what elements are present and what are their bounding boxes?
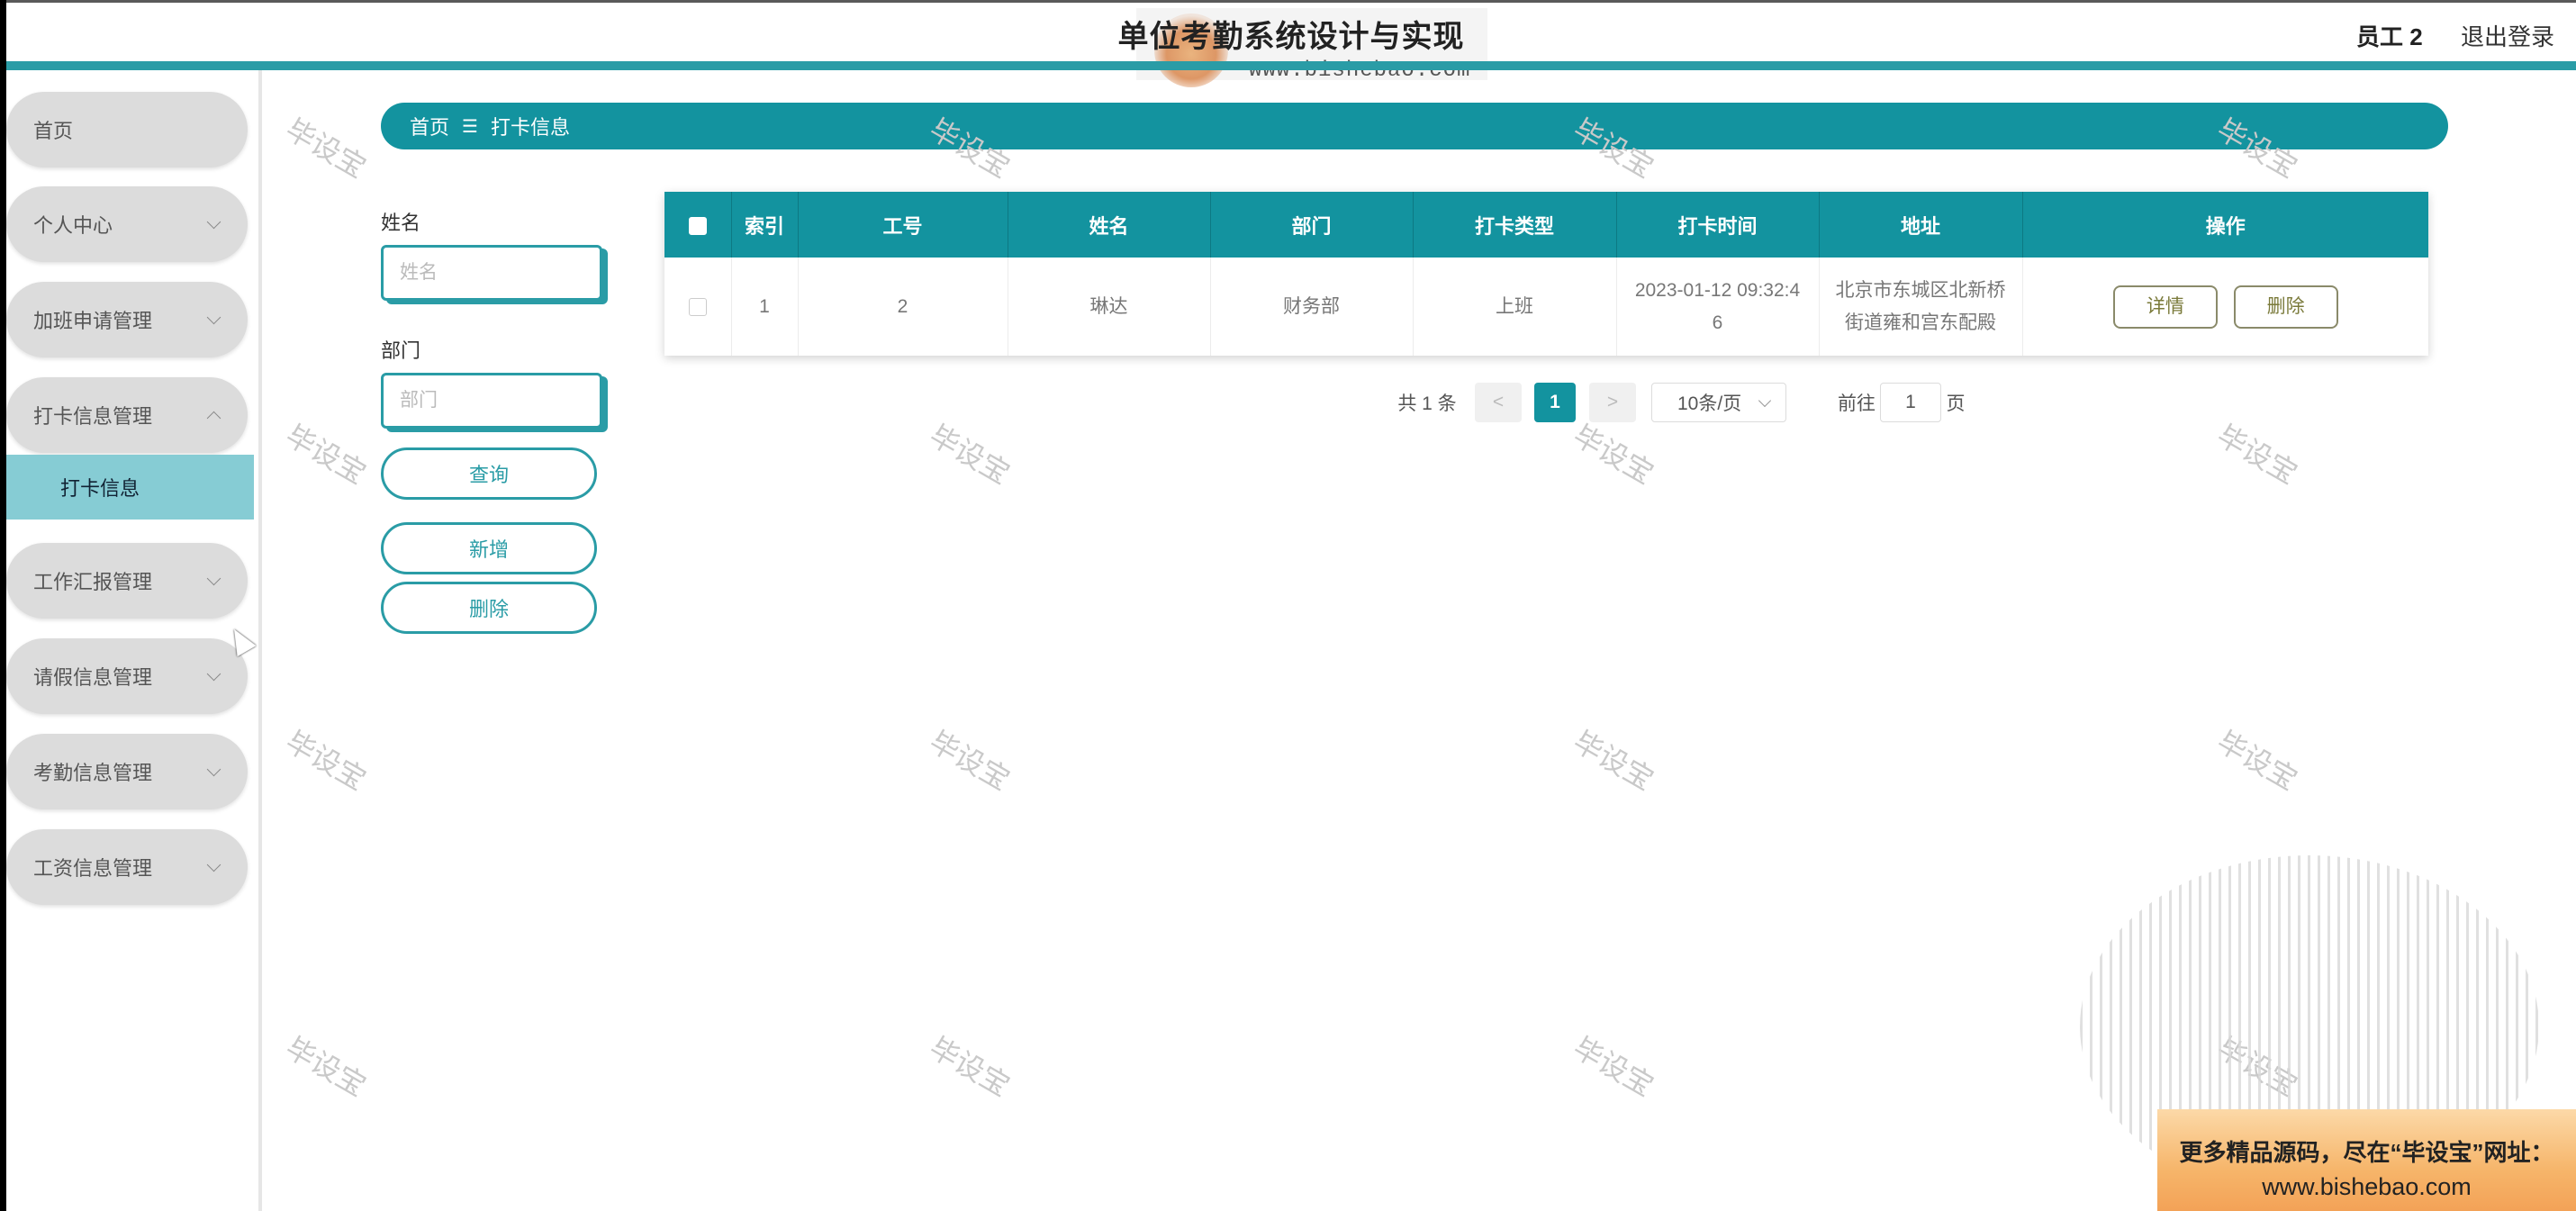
cell-index: 1 (731, 258, 799, 356)
site-title: 单位考勤系统设计与实现 (1117, 20, 1465, 54)
watermark-text: 毕设宝 (2211, 725, 2303, 797)
column-header: 工号 (798, 192, 1008, 258)
watermark-text: 毕设宝 (1568, 419, 1659, 491)
pagination-prev-button[interactable]: < (1475, 383, 1522, 422)
chevron-down-icon (206, 857, 221, 872)
sidebar-item-home[interactable]: 首页 (6, 92, 248, 167)
breadcrumb-home[interactable]: 首页 (410, 112, 449, 140)
table-header-row: 索引 工号 姓名 部门 打卡类型 打卡时间 地址 操作 (664, 192, 2428, 258)
watermark-text: 毕设宝 (1568, 1031, 1659, 1103)
row-checkbox[interactable] (688, 297, 707, 316)
cell-actions: 详情 删除 (2022, 258, 2428, 356)
select-all-cell[interactable] (664, 192, 732, 258)
sidebar-item-label: 打卡信息管理 (33, 405, 153, 428)
cell-clockin-time: 2023-01-12 09:32:4 6 (1616, 258, 1820, 356)
watermark-text: 毕设宝 (1568, 725, 1659, 797)
chevron-down-icon (206, 762, 221, 777)
watermark-text: 毕设宝 (280, 725, 372, 797)
sidebar-item-label: 请假信息管理 (33, 666, 153, 689)
goto-page-input[interactable]: 1 (1880, 383, 1941, 422)
column-header: 索引 (731, 192, 799, 258)
column-header: 打卡时间 (1616, 192, 1820, 258)
sidebar-subitem-clockin-info[interactable]: 打卡信息 (6, 455, 254, 520)
sidebar-item-overtime[interactable]: 加班申请管理 (6, 282, 248, 357)
watermark-text: 毕设宝 (280, 1031, 372, 1103)
chevron-up-icon (206, 411, 221, 426)
table-row: 1 2 琳达 财务部 上班 2023-01-12 09:32:4 6 北京市东城… (664, 258, 2428, 356)
chevron-down-icon (206, 571, 221, 586)
chevron-down-icon (206, 310, 221, 325)
sidebar-item-personal-center[interactable]: 个人中心 (6, 186, 248, 262)
time-line-2: 6 (1712, 312, 1723, 333)
header-accent-bar (6, 61, 2576, 70)
cell-name: 琳达 (1008, 258, 1211, 356)
column-header: 部门 (1210, 192, 1414, 258)
sidebar-item-label: 个人中心 (33, 214, 113, 237)
goto-suffix: 页 (1946, 393, 1966, 414)
sidebar-item-work-report[interactable]: 工作汇报管理 (6, 543, 248, 619)
top-header: 单位考勤系统设计与实现 www.bishebao.com 员工 2 退出登录 (6, 3, 2576, 87)
watermark-text: 毕设宝 (280, 419, 372, 491)
clockin-table: 索引 工号 姓名 部门 打卡类型 打卡时间 地址 操作 1 2 琳达 财务部 上… (664, 192, 2428, 356)
batch-delete-button[interactable]: 删除 (381, 582, 597, 634)
chevron-down-icon (206, 214, 221, 230)
name-label: 姓名 (381, 212, 421, 234)
detail-button[interactable]: 详情 (2112, 285, 2218, 329)
column-header: 地址 (1819, 192, 2023, 258)
sidebar-item-label: 工资信息管理 (33, 857, 153, 880)
sidebar-item-label: 工作汇报管理 (33, 571, 153, 593)
window-left-border (0, 0, 6, 1211)
address-line-2: 街道雍和宫东配殿 (1845, 312, 1996, 333)
pagination-next-button[interactable]: > (1589, 383, 1636, 422)
sidebar-item-leave[interactable]: 请假信息管理 (6, 638, 248, 714)
sidebar-item-attendance[interactable]: 考勤信息管理 (6, 734, 248, 809)
watermark-text: 毕设宝 (924, 1031, 1016, 1103)
breadcrumb-current: 打卡信息 (490, 116, 570, 139)
current-user-label: 员工 2 (2356, 23, 2423, 50)
sidebar-divider (258, 70, 262, 1211)
select-all-checkbox[interactable] (688, 216, 707, 235)
sidebar-item-salary[interactable]: 工资信息管理 (6, 829, 248, 905)
page-size-select[interactable]: 10条/页 (1651, 383, 1786, 422)
menu-icon: ☰ (462, 116, 478, 137)
row-delete-button[interactable]: 删除 (2233, 285, 2338, 329)
watermark-text: 毕设宝 (280, 113, 372, 185)
time-line-1: 2023-01-12 09:32:4 (1634, 279, 1801, 301)
sidebar-item-label: 考勤信息管理 (33, 762, 153, 784)
cell-address: 北京市东城区北新桥 街道雍和宫东配殿 (1819, 258, 2023, 356)
sidebar-item-label: 加班申请管理 (33, 310, 153, 332)
column-header: 姓名 (1008, 192, 1211, 258)
watermark-text: 毕设宝 (924, 419, 1016, 491)
goto-prefix: 前往 (1838, 393, 1876, 414)
column-header: 打卡类型 (1413, 192, 1617, 258)
add-button[interactable]: 新增 (381, 522, 597, 574)
logout-link[interactable]: 退出登录 (2461, 19, 2554, 52)
department-search-input[interactable] (381, 373, 602, 429)
promo-url: www.bishebao.com (2262, 1173, 2472, 1200)
page-size-value: 10条/页 (1677, 393, 1742, 414)
watermark-text: 毕设宝 (2211, 419, 2303, 491)
cell-clockin-type: 上班 (1413, 258, 1617, 356)
sidebar-item-clockin[interactable]: 打卡信息管理 (6, 377, 248, 453)
name-search-input[interactable] (381, 245, 602, 301)
cell-department: 财务部 (1210, 258, 1414, 356)
promo-banner: 更多精品源码，尽在“毕设宝”网址： www.bishebao.com (2157, 1109, 2576, 1211)
pagination-page-1[interactable]: 1 (1534, 383, 1576, 422)
breadcrumb: 首页 ☰ 打卡信息 (381, 103, 2448, 149)
chevron-down-icon (1758, 393, 1772, 408)
pagination-total: 共 1 条 (1397, 393, 1457, 414)
chevron-down-icon (206, 666, 221, 682)
address-line-1: 北京市东城区北新桥 (1835, 279, 2006, 301)
column-header: 操作 (2022, 192, 2428, 258)
query-button[interactable]: 查询 (381, 447, 597, 500)
cell-employee-no: 2 (798, 258, 1008, 356)
row-select-cell[interactable] (664, 258, 732, 356)
department-label: 部门 (381, 339, 421, 362)
watermark-text: 毕设宝 (924, 725, 1016, 797)
sidebar-item-label: 首页 (33, 120, 74, 142)
promo-text: 更多精品源码，尽在“毕设宝”网址： (2179, 1139, 2554, 1166)
